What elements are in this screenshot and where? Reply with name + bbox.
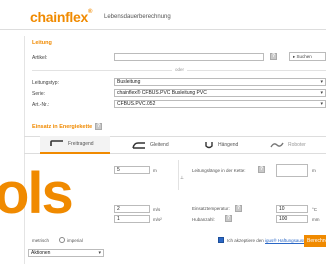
tab-gleitend[interactable]: Gleitend <box>128 136 188 154</box>
calculate-button[interactable]: Berechnen <box>304 235 326 247</box>
roboter-icon <box>270 142 284 148</box>
tab-haengend[interactable]: Hängend <box>200 136 250 154</box>
imperial-radio[interactable] <box>59 237 65 243</box>
temperature-help-icon[interactable]: ? <box>235 205 242 212</box>
temperature-unit: °C <box>312 207 318 212</box>
speed-unit: m/s <box>153 207 161 212</box>
tab-haengend-label: Hängend <box>218 142 239 148</box>
chain-icon: ⊥ <box>180 175 184 180</box>
leitungstyp-select[interactable]: Busleitung ▾ <box>114 78 326 86</box>
artikel-label: Artikel: <box>32 55 48 61</box>
freitragend-icon <box>50 140 63 146</box>
leitungstyp-value: Busleitung <box>117 79 141 85</box>
app-header: chainflex® Lebensdauerberechnung <box>0 0 326 30</box>
actions-select[interactable]: Aktionen ▾ <box>28 249 104 257</box>
serie-label: Serie: <box>32 91 46 97</box>
tab-roboter[interactable]: Roboter <box>266 136 324 154</box>
metric-radio-label: metrisch <box>32 238 50 243</box>
artnr-label: Art.-Nr.: <box>32 102 50 108</box>
artikel-help-icon[interactable]: ? <box>270 53 277 60</box>
section-title-einsatz: Einsatz in Energiekette <box>32 124 93 130</box>
overlay-text: ols <box>0 161 74 226</box>
speed-input[interactable] <box>114 205 150 213</box>
hub-unit: mm <box>312 217 320 222</box>
acceleration-input[interactable] <box>114 215 150 223</box>
hub-label: Hubanzahl: <box>192 217 215 222</box>
leitungslaenge-unit: m <box>312 168 316 173</box>
logo-mark: ® <box>88 9 93 15</box>
logo-text: chainflex <box>30 9 88 25</box>
artnr-value: CFBUS.PVC.052 <box>117 101 156 107</box>
search-button-label: Suchen <box>296 54 312 59</box>
serie-value: chainflex® CFBUS.PVC Busleitung PVC <box>117 90 207 96</box>
actions-select-value: Aktionen <box>31 250 51 256</box>
tab-freitragend-label: Freitragend <box>68 141 94 147</box>
leitungslaenge-input[interactable] <box>276 164 308 177</box>
artikel-input[interactable] <box>114 53 264 61</box>
agree-checkbox[interactable] <box>218 237 224 243</box>
tab-freitragend[interactable]: Freitragend <box>40 136 110 154</box>
param-field-1-input[interactable] <box>114 166 150 174</box>
einsatz-help-icon[interactable]: ? <box>95 123 102 130</box>
temperature-label: Einsatztemperatur: <box>192 206 230 211</box>
app-subtitle: Lebensdauerberechnung <box>104 14 171 20</box>
leitungstyp-label: Leitungstyp: <box>32 80 59 86</box>
haengend-icon <box>205 142 213 149</box>
chevron-down-icon: ▾ <box>320 101 323 107</box>
temperature-input[interactable] <box>276 205 308 213</box>
param-field-1-unit: m <box>153 168 157 173</box>
or-text: oder <box>172 67 188 72</box>
serie-select[interactable]: chainflex® CFBUS.PVC Busleitung PVC ▾ <box>114 89 326 97</box>
chevron-down-icon: ▾ <box>320 90 323 96</box>
imperial-radio-label: imperial <box>67 238 83 243</box>
leitungslaenge-help-icon[interactable]: ? <box>258 166 265 173</box>
leitungslaenge-label: Leitungslänge in der Kette: <box>192 168 246 173</box>
chevron-down-icon: ▾ <box>98 250 101 256</box>
hub-help-icon[interactable]: ? <box>225 215 232 222</box>
tab-roboter-label: Roboter <box>288 142 306 148</box>
search-button[interactable]: ▸ Suchen <box>289 52 326 61</box>
acceleration-unit: m/s² <box>153 217 162 222</box>
artnr-select[interactable]: CFBUS.PVC.052 ▾ <box>114 100 326 108</box>
agree-prefix: Ich akzeptiere den <box>227 238 266 243</box>
vertical-divider <box>178 160 179 190</box>
chevron-down-icon: ▾ <box>320 79 323 85</box>
hub-input[interactable] <box>276 215 308 223</box>
tab-gleitend-label: Gleitend <box>150 142 169 148</box>
section-title-leitung: Leitung <box>32 40 52 46</box>
gleitend-icon <box>132 142 145 149</box>
logo[interactable]: chainflex® <box>30 9 92 25</box>
